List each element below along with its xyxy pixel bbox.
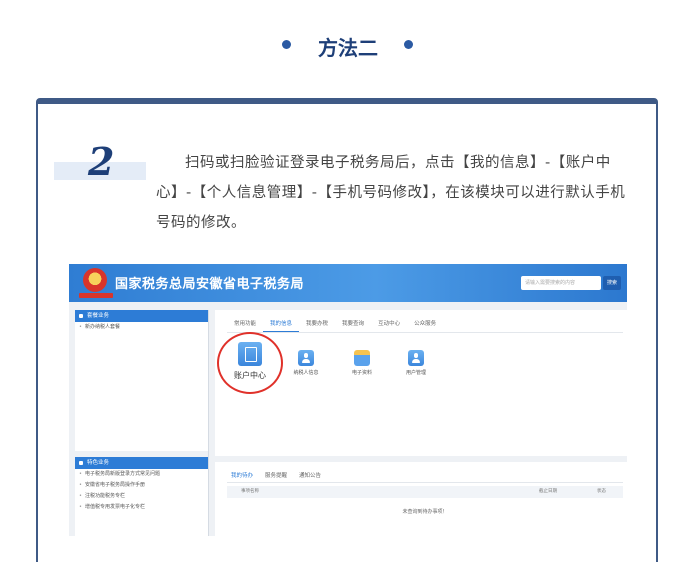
tab-common[interactable]: 常用功能 bbox=[227, 318, 263, 332]
portal-screenshot: 国家税务总局安徽省电子税务局 请输入需要搜索的内容 搜索 套餐业务 新办纳税人套… bbox=[69, 264, 627, 536]
document-user-icon bbox=[238, 342, 262, 366]
search-input[interactable]: 请输入需要搜索的内容 bbox=[521, 276, 601, 290]
stack-icon bbox=[354, 350, 370, 366]
sidebar-item[interactable]: 注税功能税务专栏 bbox=[75, 491, 208, 502]
app-label: 账户中心 bbox=[234, 371, 266, 380]
tab-public-service[interactable]: 公众服务 bbox=[407, 318, 443, 332]
instruction-card: 2 扫码或扫脸验证登录电子税务局后，点击【我的信息】-【账户中心】-【个人信息管… bbox=[36, 98, 658, 562]
user-icon bbox=[298, 350, 314, 366]
portal-banner: 国家税务总局安徽省电子税务局 请输入需要搜索的内容 搜索 bbox=[69, 264, 627, 302]
account-center-button[interactable]: 账户中心 bbox=[225, 342, 275, 381]
taxpayer-info-button[interactable]: 纳税人信息 bbox=[281, 350, 331, 376]
sidebar-item[interactable]: 安徽省电子税务局操作手册 bbox=[75, 480, 208, 491]
e-documents-button[interactable]: 电子资料 bbox=[337, 350, 387, 376]
column-header: 事项名称 bbox=[241, 489, 259, 494]
portal-main: 常用功能 我的信息 我要办税 我要查询 互动中心 公众服务 账户中心 纳税人信息 bbox=[215, 310, 627, 536]
emblem-caption bbox=[79, 293, 113, 298]
function-panel: 常用功能 我的信息 我要办税 我要查询 互动中心 公众服务 账户中心 纳税人信息 bbox=[215, 310, 627, 456]
sidebar-item[interactable]: 电子税务局新版登录方式常见问题 bbox=[75, 469, 208, 480]
tab-my-info[interactable]: 我的信息 bbox=[263, 318, 300, 332]
empty-message: 未查询到待办事项！ bbox=[402, 509, 448, 515]
users-icon bbox=[408, 350, 424, 366]
tab-tax-handling[interactable]: 我要办税 bbox=[299, 318, 335, 332]
sidebar-header-features[interactable]: 特色业务 bbox=[75, 457, 208, 469]
tab-interaction[interactable]: 互动中心 bbox=[371, 318, 407, 332]
portal-sidebar: 套餐业务 新办纳税人套餐 特色业务 电子税务局新版登录方式常见问题 安徽省电子税… bbox=[75, 310, 209, 536]
step-description: 扫码或扫脸验证登录电子税务局后，点击【我的信息】-【账户中心】-【个人信息管理】… bbox=[156, 155, 626, 231]
sidebar-header-packages[interactable]: 套餐业务 bbox=[75, 310, 208, 322]
section-header: 方法二 bbox=[0, 0, 696, 96]
main-tabs: 常用功能 我的信息 我要办税 我要查询 互动中心 公众服务 bbox=[227, 318, 443, 332]
bullet-dot-icon bbox=[282, 40, 291, 49]
step-number: 2 bbox=[88, 139, 115, 184]
todo-table-header: 事项名称 截止日期 状态 bbox=[227, 486, 623, 498]
tab-query[interactable]: 我要查询 bbox=[335, 318, 371, 332]
portal-title: 国家税务总局安徽省电子税务局 bbox=[115, 277, 305, 292]
app-label: 纳税人信息 bbox=[293, 370, 319, 376]
section-title: 方法二 bbox=[318, 36, 378, 60]
search-button[interactable]: 搜索 bbox=[603, 276, 621, 290]
app-label: 用户管理 bbox=[405, 370, 426, 376]
todo-panel: 我的待办 服务提醒 通知公告 事项名称 截止日期 状态 未查询到待办事项！ bbox=[215, 462, 627, 536]
column-header: 截止日期 bbox=[539, 489, 557, 494]
bullet-dot-icon bbox=[404, 40, 413, 49]
tax-emblem-icon bbox=[83, 268, 107, 292]
sidebar-item[interactable]: 增值税专用发票电子化专栏 bbox=[75, 502, 208, 513]
user-management-button[interactable]: 用户管理 bbox=[391, 350, 441, 376]
app-label: 电子资料 bbox=[351, 370, 372, 376]
sidebar-item[interactable]: 新办纳税人套餐 bbox=[75, 322, 208, 333]
column-header: 状态 bbox=[597, 489, 606, 494]
